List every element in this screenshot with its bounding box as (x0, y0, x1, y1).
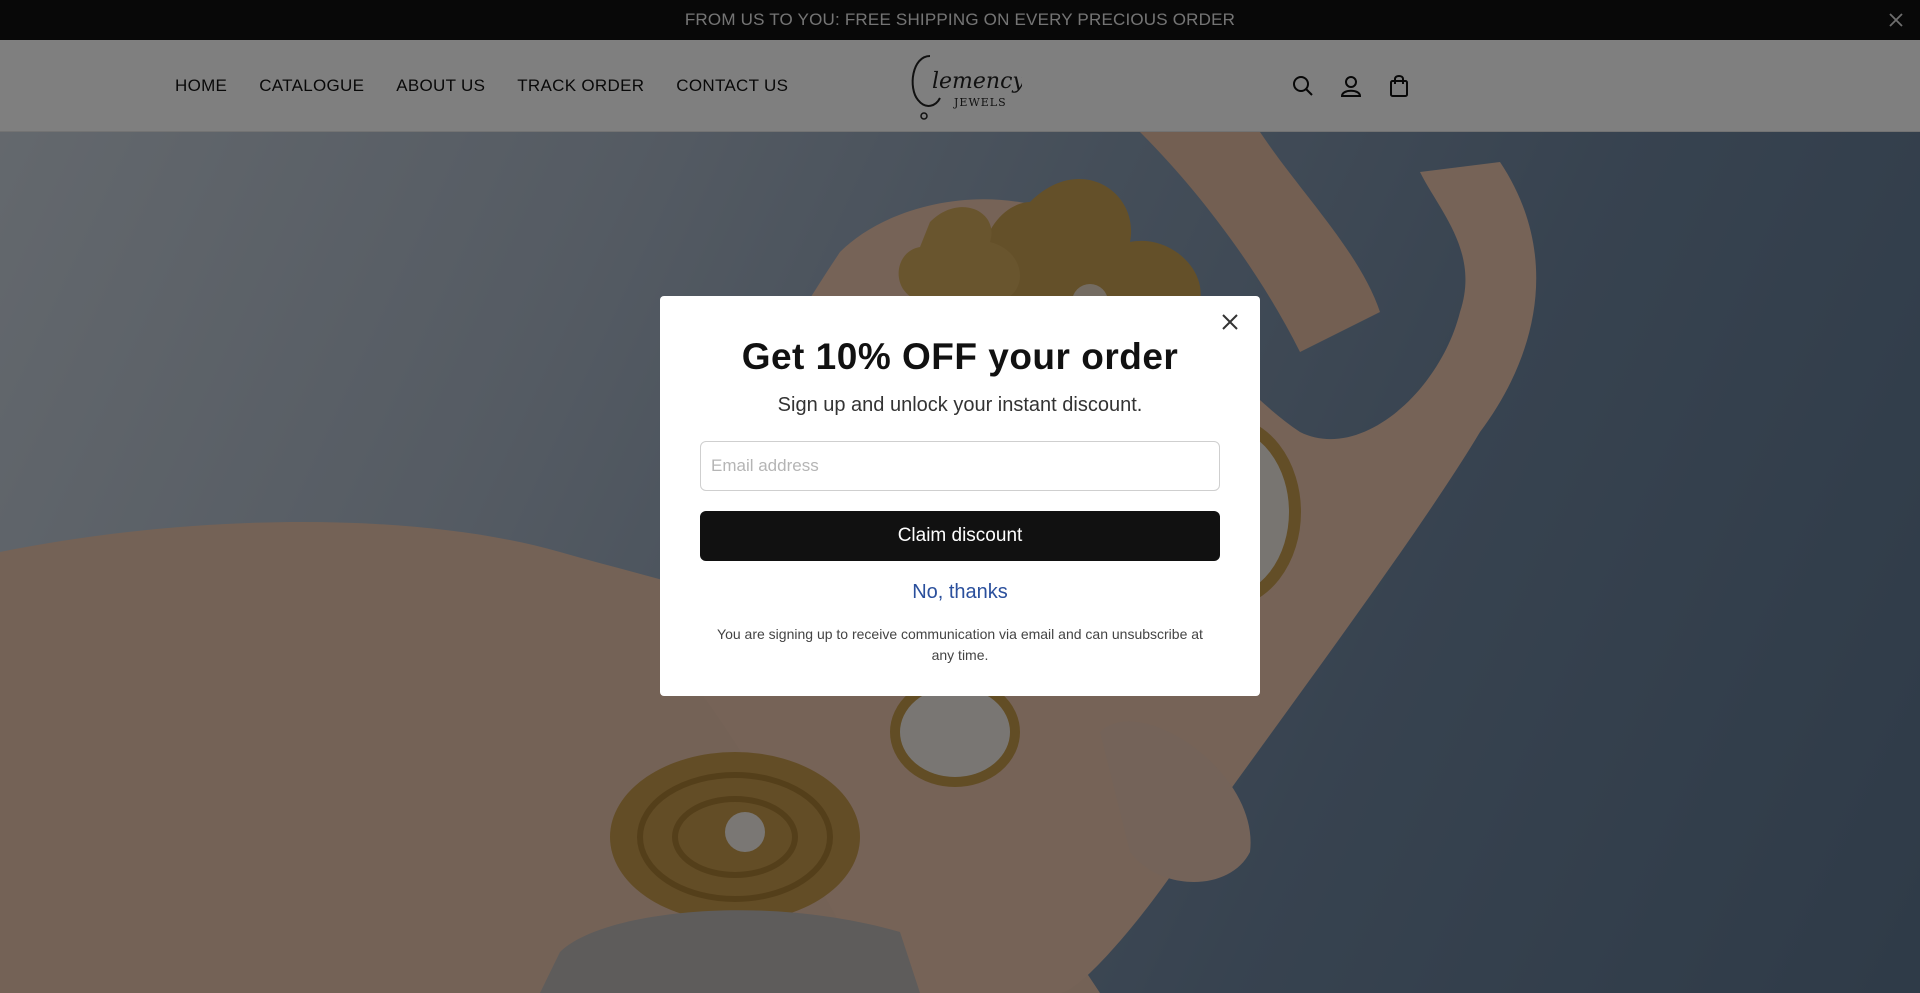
no-thanks-link[interactable]: No, thanks (660, 581, 1260, 604)
claim-discount-button[interactable]: Claim discount (700, 511, 1220, 561)
discount-popup: Get 10% OFF your order Sign up and unloc… (660, 296, 1260, 696)
popup-title: Get 10% OFF your order (741, 336, 1179, 377)
popup-subtitle: Sign up and unlock your instant discount… (777, 394, 1143, 416)
email-field[interactable] (700, 441, 1220, 491)
close-icon[interactable] (1216, 308, 1244, 336)
legal-notice: You are signing up to receive communicat… (717, 626, 1203, 663)
